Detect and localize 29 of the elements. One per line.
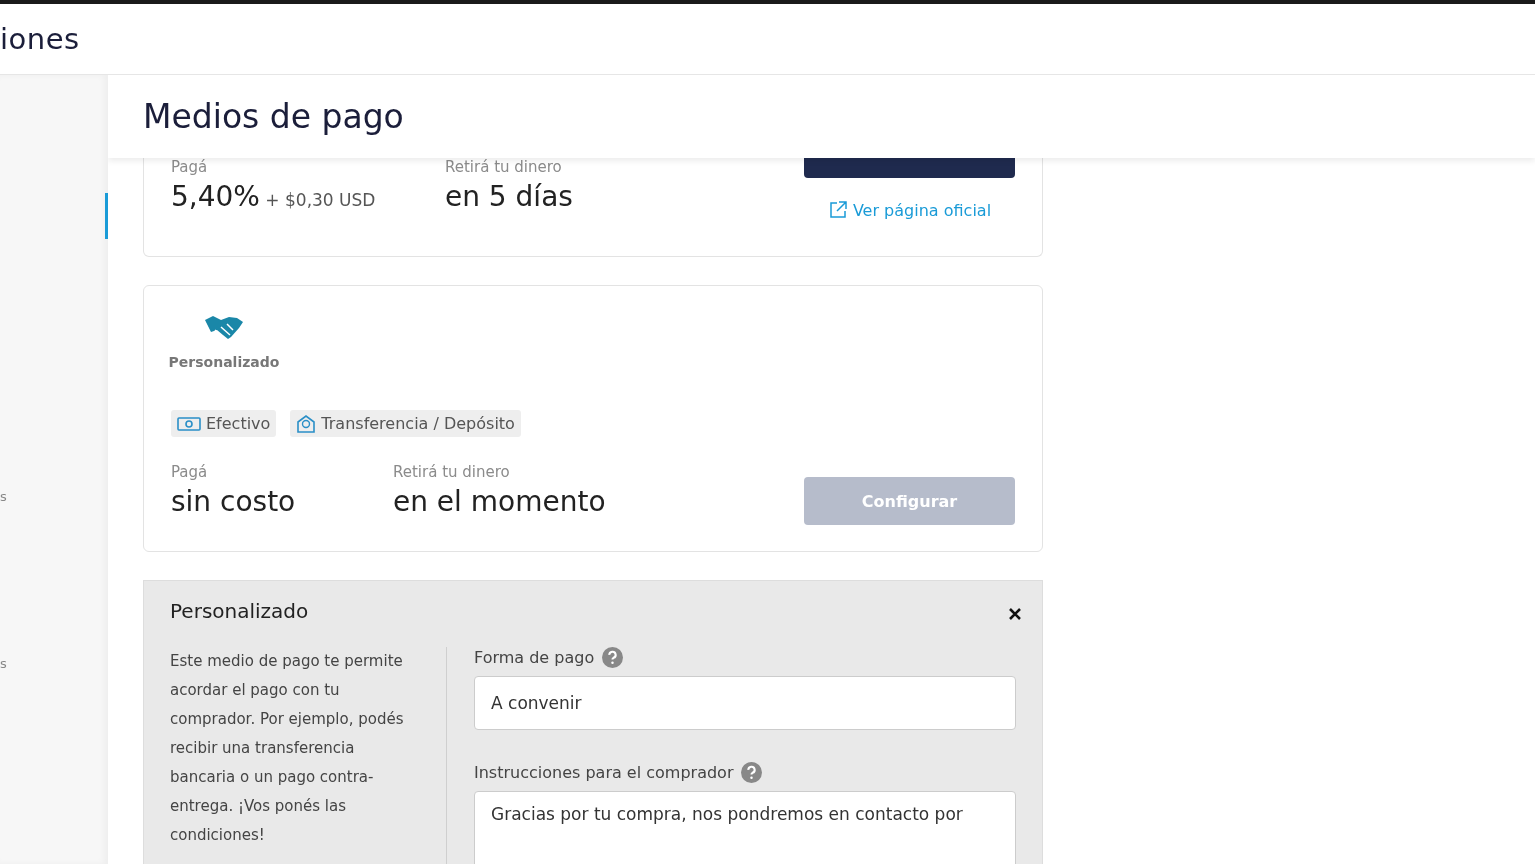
section-title: iones: [0, 22, 80, 56]
fee-label: Pagá: [171, 158, 209, 177]
payment-tag: Transferencia / Depósito: [290, 410, 521, 438]
payout-label: Retirá tu dinero: [393, 463, 511, 482]
sidebar-item[interactable]: s: [0, 489, 7, 504]
sidebar-item[interactable]: s: [0, 656, 7, 671]
external-link-icon: [827, 200, 848, 221]
method-name: Personalizado: [168, 354, 280, 371]
payout-value: en 5 días: [445, 180, 574, 214]
close-button[interactable]: [1008, 607, 1022, 622]
payment-tag: Efectivo: [171, 410, 277, 438]
payout-label: Retirá tu dinero: [445, 158, 563, 177]
instructions-field[interactable]: Gracias por tu compra, nos pondremos en contacto por: [474, 791, 1016, 864]
help-icon[interactable]: [741, 762, 763, 784]
configure-button[interactable]: [804, 158, 1015, 179]
field-label: Instrucciones para el comprador: [474, 763, 734, 783]
help-icon[interactable]: [602, 647, 624, 669]
fee-value: sin costo: [171, 485, 297, 519]
field-label: Forma de pago: [474, 648, 595, 668]
official-page-link[interactable]: Ver página oficial: [827, 200, 992, 221]
fee-label: Pagá: [171, 463, 209, 482]
payout-value: en el momento: [393, 485, 607, 519]
panel-description: Este medio de pago te permite acordar el pago con tu comprador. Por ejemplo, podés recibir una transferencia bancaria o un pago contra-entrega. ¡Vos ponés las condiciones!: [170, 647, 447, 864]
panel-title: Personalizado: [170, 599, 309, 624]
fee-value: 5,40% + $0,30 USD: [171, 180, 377, 214]
page-title: Medios de pago: [143, 97, 404, 137]
input-field[interactable]: A convenir: [474, 676, 1016, 731]
banknote-icon: [177, 415, 201, 432]
active-indicator: [105, 193, 108, 239]
